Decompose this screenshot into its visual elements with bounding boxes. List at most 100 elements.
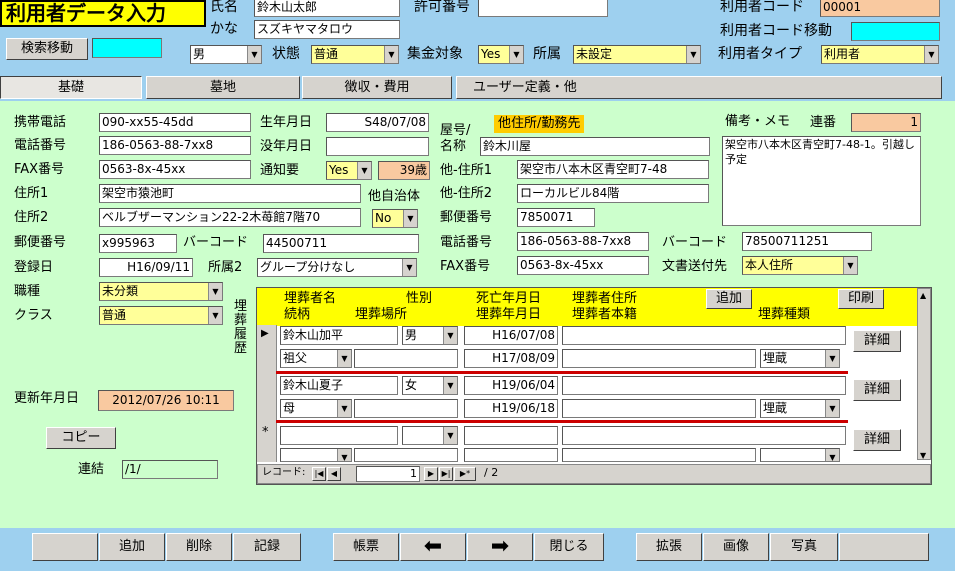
form-button[interactable]: 帳票 — [333, 533, 399, 561]
affil2-select[interactable]: グループ分けなし ▼ — [257, 258, 417, 277]
collect-select[interactable]: Yes ▼ — [478, 45, 524, 64]
chevron-down-icon[interactable]: ▼ — [402, 259, 416, 276]
chevron-down-icon[interactable]: ▼ — [443, 427, 457, 444]
fax-field[interactable]: 0563-8x-45xx — [99, 160, 251, 179]
row1-gender[interactable]: 男 ▼ — [402, 326, 458, 345]
new-record-nav-icon[interactable]: ▶* — [454, 467, 476, 481]
next-record-icon[interactable]: ▶ — [424, 467, 438, 481]
chevron-down-icon[interactable]: ▼ — [443, 377, 457, 394]
row1-place[interactable] — [354, 349, 458, 368]
new-burial[interactable] — [464, 448, 558, 462]
chevron-down-icon[interactable]: ▼ — [825, 449, 839, 461]
reg-field[interactable]: H16/09/11 — [99, 258, 193, 277]
chevron-down-icon[interactable]: ▼ — [825, 350, 839, 367]
chevron-down-icon[interactable]: ▼ — [924, 46, 938, 63]
row1-burial[interactable]: H17/08/09 — [464, 349, 558, 368]
row2-domicile[interactable] — [562, 399, 756, 418]
birth-field[interactable]: S48/07/08 — [326, 113, 429, 132]
row2-place[interactable] — [354, 399, 458, 418]
new-addr[interactable] — [562, 426, 846, 445]
chevron-down-icon[interactable]: ▼ — [686, 46, 700, 63]
scroll-up-icon[interactable]: ▲ — [920, 287, 926, 305]
tab-basic[interactable]: 基礎 — [0, 76, 142, 99]
row2-death[interactable]: H19/06/04 — [464, 376, 558, 395]
chevron-down-icon[interactable]: ▼ — [337, 350, 351, 367]
record-number-field[interactable]: 1 — [356, 466, 420, 482]
last-record-icon[interactable]: ▶| — [439, 467, 453, 481]
row1-death[interactable]: H16/07/08 — [464, 326, 558, 345]
user-code-field[interactable]: 00001 — [820, 0, 940, 17]
new-gender[interactable]: ▼ — [402, 426, 458, 445]
row2-name[interactable]: 鈴木山夏子 — [280, 376, 398, 395]
memo-field[interactable]: 架空市八本木区青空町7-48-1。引越し予定 — [722, 136, 921, 226]
chevron-down-icon[interactable]: ▼ — [403, 210, 417, 227]
tab-cemetery[interactable]: 墓地 — [146, 76, 300, 99]
addr1-field[interactable]: 架空市猿池町 — [99, 184, 361, 203]
new-place[interactable] — [354, 448, 458, 462]
row1-addr[interactable] — [562, 326, 846, 345]
shop-name-field[interactable]: 鈴木川屋 — [480, 137, 710, 156]
shop-phone-field[interactable]: 186-0563-88-7xx8 — [517, 232, 649, 251]
other-city-select[interactable]: No ▼ — [372, 209, 418, 228]
row2-detail-button[interactable]: 詳細 — [853, 379, 901, 401]
chevron-down-icon[interactable]: ▼ — [443, 327, 457, 344]
new-name[interactable] — [280, 426, 398, 445]
chevron-down-icon[interactable]: ▼ — [337, 449, 351, 461]
chevron-down-icon[interactable]: ▼ — [843, 257, 857, 274]
tab-fees[interactable]: 徴収・費用 — [302, 76, 452, 99]
row1-detail-button[interactable]: 詳細 — [853, 330, 901, 352]
scroll-down-icon[interactable]: ▼ — [920, 447, 926, 465]
copy-button[interactable]: コピー — [46, 427, 116, 449]
new-detail-button[interactable]: 詳細 — [853, 429, 901, 451]
shop-zip-field[interactable]: 7850071 — [517, 208, 595, 227]
expand-button[interactable]: 拡張 — [636, 533, 702, 561]
shop-addr2-field[interactable]: ローカルビル84階 — [517, 184, 709, 203]
row1-relation[interactable]: 祖父 ▼ — [280, 349, 352, 368]
addr2-field[interactable]: ベルブザーマンション22-2木苺館7階70 — [99, 208, 361, 227]
photo-button[interactable]: 写真 — [770, 533, 838, 561]
row1-type[interactable]: 埋蔵 ▼ — [760, 349, 840, 368]
user-type-select[interactable]: 利用者 ▼ — [821, 45, 939, 64]
tab-user-defined[interactable]: ユーザー定義・他 — [456, 76, 942, 99]
row2-gender[interactable]: 女 ▼ — [402, 376, 458, 395]
zip-field[interactable]: x995963 — [99, 234, 177, 253]
shop-barcode-field[interactable]: 78500711251 — [742, 232, 872, 251]
chevron-down-icon[interactable]: ▼ — [337, 400, 351, 417]
affil-select[interactable]: 未設定 ▼ — [573, 45, 701, 64]
prev-record-icon[interactable]: ◀ — [327, 467, 341, 481]
barcode-field[interactable]: 44500711 — [263, 234, 419, 253]
row2-type[interactable]: 埋蔵 ▼ — [760, 399, 840, 418]
status-select[interactable]: 普通 ▼ — [311, 45, 399, 64]
chevron-down-icon[interactable]: ▼ — [247, 46, 261, 63]
new-domicile[interactable] — [562, 448, 756, 462]
doc-select[interactable]: 本人住所 ▼ — [742, 256, 858, 275]
next-button[interactable]: ➡ — [467, 533, 533, 561]
phone-field[interactable]: 186-0563-88-7xx8 — [99, 136, 251, 155]
vertical-scrollbar[interactable] — [917, 288, 931, 460]
class-select[interactable]: 普通 ▼ — [99, 306, 223, 325]
name-field[interactable]: 鈴木山太郎 — [254, 0, 400, 17]
shop-addr1-field[interactable]: 架空市八本木区青空町7-48 — [517, 160, 709, 179]
row1-domicile[interactable] — [562, 349, 756, 368]
row1-name[interactable]: 鈴木山加平 — [280, 326, 398, 345]
chevron-down-icon[interactable]: ▼ — [384, 46, 398, 63]
burial-print-button[interactable]: 印刷 — [838, 289, 884, 309]
save-button[interactable]: 記録 — [233, 533, 301, 561]
prev-button[interactable]: ⬅ — [400, 533, 466, 561]
row2-burial[interactable]: H19/06/18 — [464, 399, 558, 418]
first-record-icon[interactable]: |◀ — [312, 467, 326, 481]
user-code-move-field[interactable] — [851, 22, 940, 41]
chevron-down-icon[interactable]: ▼ — [208, 283, 222, 300]
death-field[interactable] — [326, 137, 429, 156]
burial-add-button[interactable]: 追加 — [706, 289, 752, 309]
kana-field[interactable]: スズキヤマタロウ — [254, 20, 400, 39]
gender-select[interactable]: 男 ▼ — [190, 45, 262, 64]
row2-addr[interactable] — [562, 376, 846, 395]
search-move-field[interactable] — [92, 38, 162, 58]
chevron-down-icon[interactable]: ▼ — [208, 307, 222, 324]
add-button[interactable]: 追加 — [99, 533, 165, 561]
mobile-field[interactable]: 090-xx55-45dd — [99, 113, 251, 132]
new-relation[interactable]: ▼ — [280, 448, 352, 462]
close-button[interactable]: 閉じる — [534, 533, 604, 561]
new-death[interactable] — [464, 426, 558, 445]
